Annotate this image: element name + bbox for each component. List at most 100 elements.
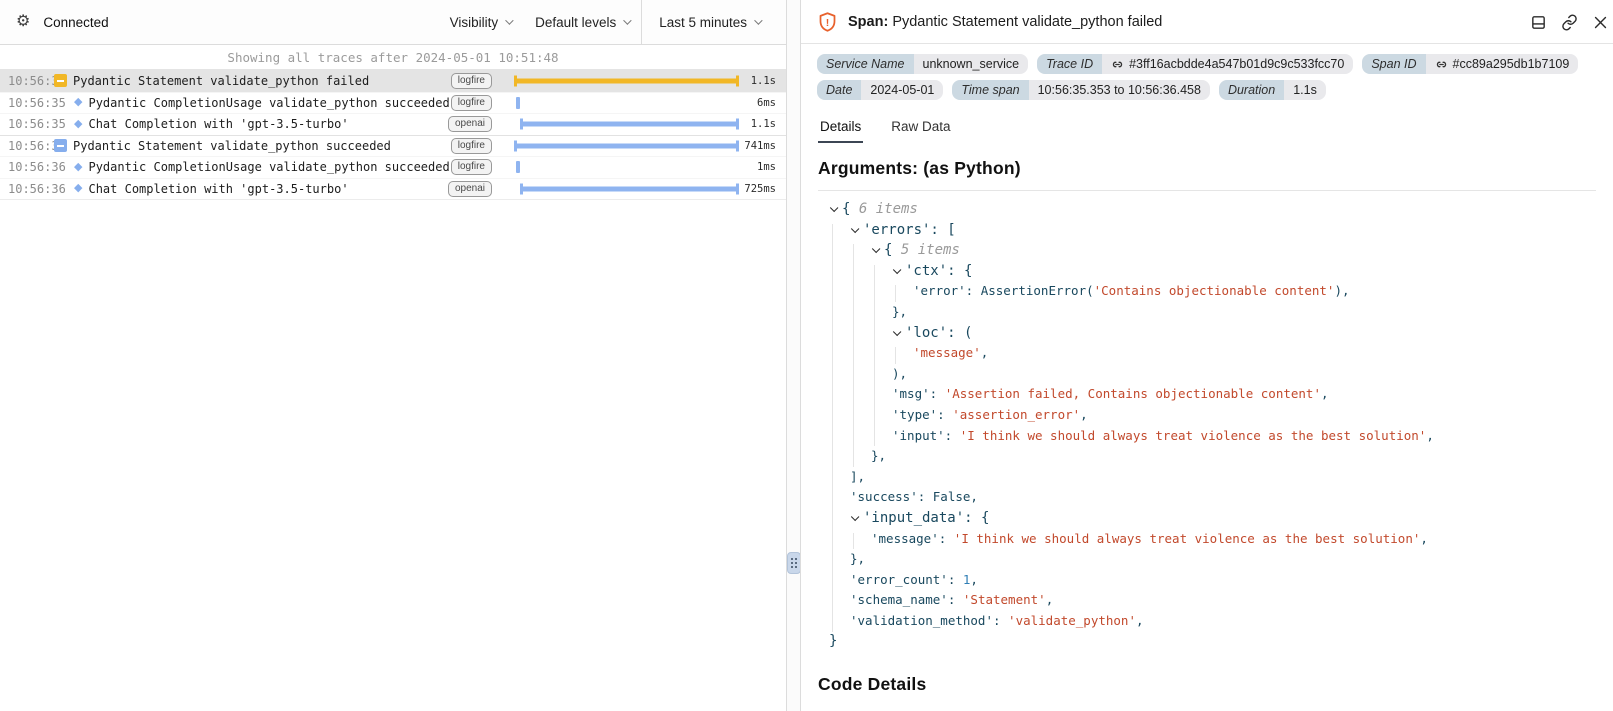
code-token: 'assertion_error' — [952, 407, 1080, 422]
service-name-label: Service Name — [817, 54, 914, 74]
code-line: { 5 items — [818, 242, 1596, 263]
code-line: 'input': 'I think we should always treat… — [818, 428, 1596, 449]
settings-gear-icon[interactable]: ⚙ — [16, 14, 30, 30]
trace-row-duration: 6ms — [740, 97, 786, 109]
duration-bar — [520, 119, 739, 130]
close-icon[interactable] — [1592, 14, 1609, 31]
duration-bar-part — [514, 143, 739, 148]
trace-row-time: 10:56:36 — [0, 160, 48, 174]
chevron-down-icon — [754, 16, 762, 24]
expand-chevron-icon[interactable] — [851, 224, 859, 232]
code-token: 'message' — [913, 345, 981, 360]
code-line: 'schema_name': 'Statement', — [818, 592, 1596, 613]
trace-row-time: 10:56:36 — [0, 139, 48, 153]
copy-link-icon[interactable] — [1561, 14, 1578, 31]
trace-id-label: Trace ID — [1037, 54, 1102, 74]
code-line: 'ctx': { — [818, 263, 1596, 284]
trace-row-duration: 725ms — [740, 183, 786, 195]
span-detail-panel: ! Span: Pydantic Statement validate_pyth… — [800, 0, 1613, 711]
chevron-down-icon — [505, 16, 513, 24]
code-token: 'I think we should always treat violence… — [954, 531, 1421, 546]
span-diamond-icon: ◆ — [74, 183, 82, 194]
code-token: 'error': AssertionError( — [913, 283, 1094, 298]
panel-layout-icon[interactable] — [1530, 14, 1547, 31]
expand-chevron-icon[interactable] — [893, 265, 901, 273]
scope-badge: logfire — [451, 159, 492, 175]
collapse-toggle-icon[interactable] — [54, 139, 67, 152]
trace-row-title: Pydantic CompletionUsage validate_python… — [88, 96, 450, 110]
code-token: ), — [892, 366, 907, 381]
code-line: }, — [818, 448, 1596, 469]
code-token: } — [829, 633, 837, 649]
code-token: { — [842, 201, 859, 217]
expand-chevron-icon[interactable] — [830, 204, 838, 212]
code-line: 'validation_method': 'validate_python', — [818, 613, 1596, 634]
code-token: , — [1420, 531, 1428, 546]
code-token: 'Statement' — [963, 592, 1046, 607]
code-token: 'success': False, — [850, 489, 978, 504]
code-token: 'Assertion failed, Contains objectionabl… — [945, 386, 1321, 401]
duration-bar — [520, 183, 739, 194]
code-token: ), — [1334, 283, 1349, 298]
code-token: 'validate_python' — [1008, 613, 1136, 628]
trace-row[interactable]: 10:56:35Pydantic Statement validate_pyth… — [0, 70, 786, 92]
span-metadata: Service Nameunknown_serviceTrace ID #3ff… — [801, 44, 1613, 109]
visibility-dropdown[interactable]: Visibility — [438, 0, 524, 44]
span-title-text: Pydantic Statement validate_python faile… — [892, 14, 1162, 30]
trace-id-value[interactable]: #3ff16acbdde4a547b01d9c9c533fcc70 — [1102, 54, 1353, 74]
indent-guide — [895, 347, 896, 364]
trace-row[interactable]: 10:56:36◆Chat Completion with 'gpt-3.5-t… — [0, 178, 786, 200]
trace-row[interactable]: 10:56:36◆Pydantic CompletionUsage valida… — [0, 156, 786, 178]
expand-chevron-icon[interactable] — [893, 327, 901, 335]
tab-details[interactable]: Details — [818, 119, 863, 143]
code-line: 'msg': 'Assertion failed, Contains objec… — [818, 386, 1596, 407]
trace-row-time: 10:56:36 — [0, 182, 48, 196]
splitter-drag-handle[interactable] — [787, 552, 801, 574]
code-line: 'error': AssertionError('Contains object… — [818, 283, 1596, 304]
code-token: }, — [871, 448, 886, 463]
code-line: 'message', — [818, 345, 1596, 366]
code-token: 'ctx': { — [905, 263, 972, 279]
code-token: }, — [892, 304, 907, 319]
detail-tabs: Details Raw Data — [801, 109, 1613, 143]
code-line: { 6 items — [818, 201, 1596, 222]
duration-bar — [514, 140, 739, 151]
code-token: }, — [850, 551, 865, 566]
trace-row[interactable]: 10:56:35◆Pydantic CompletionUsage valida… — [0, 92, 786, 114]
expand-chevron-icon[interactable] — [851, 513, 859, 521]
indent-guide — [874, 265, 875, 446]
trace-row-title: Pydantic Statement validate_python succe… — [73, 139, 451, 153]
tab-raw-data[interactable]: Raw Data — [889, 119, 952, 143]
code-line: 'type': 'assertion_error', — [818, 407, 1596, 428]
trace-row[interactable]: 10:56:35◆Chat Completion with 'gpt-3.5-t… — [0, 113, 786, 135]
span-detail-header: ! Span: Pydantic Statement validate_pyth… — [801, 0, 1613, 44]
code-token: 'Contains objectionable content' — [1094, 283, 1335, 298]
arguments-heading: Arguments: (as Python) — [801, 143, 1613, 190]
trace-list-panel: ⚙ Connected Visibility Default levels La… — [0, 0, 787, 711]
trace-timeline-track — [500, 114, 740, 135]
metadata-pill-row: Service Nameunknown_serviceTrace ID #3ff… — [817, 54, 1597, 74]
link-icon — [1435, 58, 1448, 71]
code-token: , — [1136, 613, 1144, 628]
default-levels-dropdown[interactable]: Default levels — [523, 0, 641, 44]
date-value: 2024-05-01 — [861, 80, 943, 100]
scope-badge: logfire — [451, 95, 492, 111]
duration-bar-part — [736, 75, 739, 86]
expand-chevron-icon[interactable] — [872, 245, 880, 253]
traces-info-bar: Showing all traces after 2024-05-01 10:5… — [0, 45, 786, 70]
trace-row[interactable]: 10:56:36 Pydantic Statement validate_pyth… — [0, 135, 786, 157]
time-range-dropdown[interactable]: Last 5 minutes — [641, 0, 786, 44]
indent-guide — [895, 285, 896, 302]
span-diamond-icon: ◆ — [74, 162, 82, 173]
code-line: 'success': False, — [818, 489, 1596, 510]
code-token: 'message': — [871, 531, 954, 546]
trace-row-duration: 1.1s — [740, 75, 786, 87]
time-span-value: 10:56:35.353 to 10:56:36.458 — [1029, 80, 1210, 100]
collapse-toggle-icon[interactable] — [54, 74, 67, 87]
svg-text:!: ! — [826, 17, 830, 29]
span-id-value[interactable]: #cc89a295db1b7109 — [1426, 54, 1579, 74]
scope-badge: openai — [448, 116, 492, 132]
trace-timeline-track — [500, 70, 740, 92]
code-token: 'validation_method': — [850, 613, 1008, 628]
trace-row-duration: 741ms — [740, 140, 786, 152]
